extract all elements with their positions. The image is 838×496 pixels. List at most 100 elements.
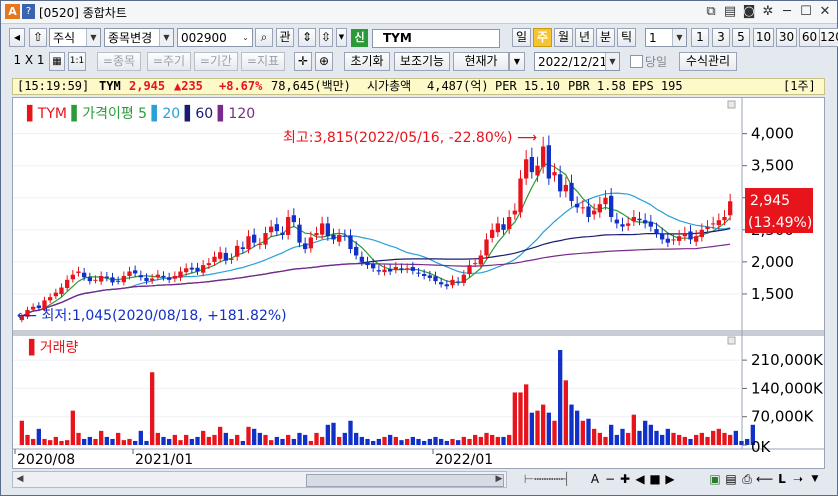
candle-body xyxy=(195,267,200,272)
today-checkbox[interactable] xyxy=(630,55,643,68)
excel-icon[interactable]: ▣ xyxy=(708,471,722,488)
aux-function-button[interactable]: 보조기능 xyxy=(394,52,450,71)
rewind-icon[interactable]: ◀ xyxy=(634,471,646,488)
interval-button-5[interactable]: 5 xyxy=(732,28,750,47)
play-icon[interactable]: ▶ xyxy=(664,471,676,488)
candle-body xyxy=(626,223,631,226)
period-button-3[interactable]: 년 xyxy=(575,28,594,47)
refresh-icon[interactable]: ⇕ xyxy=(298,28,316,47)
crosshair-icon[interactable]: ✛ xyxy=(294,52,312,71)
volume-bar xyxy=(252,428,257,445)
next-icon[interactable]: ➝ xyxy=(791,471,805,488)
layout-label[interactable]: 1 X 1 xyxy=(9,52,49,71)
period-button-2[interactable]: 월 xyxy=(554,28,573,47)
save-icon[interactable]: ▤ xyxy=(722,3,738,20)
gear-icon[interactable]: ✲ xyxy=(760,3,776,20)
print-icon[interactable]: ⎙ xyxy=(740,471,754,488)
chevron-down-icon[interactable]: ▼ xyxy=(336,28,347,47)
volume-bar xyxy=(365,438,370,445)
candle-body xyxy=(53,292,58,297)
code-input[interactable]: 002900 ⌄ xyxy=(177,28,253,47)
layout-icon[interactable]: ⧉ xyxy=(703,3,719,20)
quote-eps: EPS 195 xyxy=(632,79,683,93)
volume-bar xyxy=(257,432,262,445)
ratio-button[interactable]: 1:1 xyxy=(68,52,86,71)
chevron-down-icon: ⌄ xyxy=(239,29,252,46)
period-button-0[interactable]: 일 xyxy=(512,28,531,47)
market-select[interactable]: 주식 ▼ xyxy=(49,28,101,47)
candle-body xyxy=(586,206,591,217)
scroll-icon[interactable]: ⇳ xyxy=(319,28,333,47)
maximize-icon[interactable]: ☐ xyxy=(798,3,814,20)
candle-body xyxy=(580,207,585,209)
volume-legend: ▌거래량 xyxy=(28,338,79,356)
scroll-thumb[interactable] xyxy=(306,474,504,487)
volume-bar xyxy=(473,434,478,445)
arrow-icon[interactable]: ⟵ xyxy=(756,471,773,488)
period-button-4[interactable]: 분 xyxy=(596,28,615,47)
table-icon[interactable]: ▤ xyxy=(724,471,738,488)
chevron-down-icon[interactable]: ▼ xyxy=(808,471,822,488)
interval-button-60[interactable]: 60 xyxy=(799,28,820,47)
chart-area[interactable]: 4,0003,5003,0002,5002,0001,500 210,000K1… xyxy=(12,97,825,469)
period-button-5[interactable]: 틱 xyxy=(617,28,636,47)
candle-body xyxy=(371,263,376,269)
sync-button-2[interactable]: =기간 xyxy=(194,52,238,71)
search-icon[interactable]: ⌕ xyxy=(255,28,273,47)
candle-body xyxy=(671,239,676,241)
scroll-left-icon[interactable]: ◀ xyxy=(13,472,27,487)
grid-icon[interactable]: ▦ xyxy=(49,52,65,71)
sync-button-0[interactable]: =종목 xyxy=(97,52,141,71)
gwan-button[interactable]: 관 xyxy=(276,28,294,47)
sync-button-3[interactable]: =지표 xyxy=(241,52,285,71)
price-type-button[interactable]: 현재가 xyxy=(453,52,509,71)
volume-bar xyxy=(291,438,296,445)
plus-icon[interactable]: ✚ xyxy=(619,471,631,488)
volume-bar xyxy=(150,372,155,445)
scroll-right-icon[interactable]: ▶ xyxy=(492,472,506,487)
minus-icon[interactable]: − xyxy=(604,471,616,488)
candle-body xyxy=(597,204,602,213)
candle-body xyxy=(263,233,268,245)
candle-body xyxy=(155,274,160,277)
L-icon[interactable]: L xyxy=(775,471,789,488)
chart-canvas[interactable]: 4,0003,5003,0002,5002,0001,500 210,000K1… xyxy=(13,98,824,468)
camera-icon[interactable]: ◙ xyxy=(741,3,757,20)
stop-icon[interactable]: ■ xyxy=(649,471,661,488)
volume-bar xyxy=(450,438,455,445)
volume-bar xyxy=(699,432,704,445)
interval-button-30[interactable]: 30 xyxy=(776,28,797,47)
reset-button[interactable]: 초기화 xyxy=(344,52,390,71)
stock-name-field[interactable]: TYM xyxy=(372,29,500,48)
quote-info-bar: [15:19:59] TYM 2,945 ▲235 +8.67% 78,645(… xyxy=(12,78,825,95)
sync-button-1[interactable]: =주기 xyxy=(147,52,191,71)
interval-button-1[interactable]: 1 xyxy=(691,28,709,47)
horizontal-scrollbar[interactable]: ◀ ▶ xyxy=(12,471,507,488)
volume-bar xyxy=(269,440,274,445)
candle-body xyxy=(286,217,291,235)
zoom-icon[interactable]: ⊕ xyxy=(315,52,333,71)
interval-button-10[interactable]: 10 xyxy=(753,28,774,47)
candle-body xyxy=(427,275,432,278)
help-icon[interactable]: ? xyxy=(22,4,35,19)
prev-arrow-icon[interactable]: ◂ xyxy=(9,28,25,47)
close-icon[interactable]: ✕ xyxy=(817,3,833,20)
interval-button-120[interactable]: 120 xyxy=(819,28,838,47)
volume-bar xyxy=(286,434,291,445)
zoom-slider[interactable]: ⊢┅┅┅┅┤ xyxy=(517,471,577,488)
period-button-1[interactable]: 주 xyxy=(533,28,552,47)
chevron-down-icon[interactable]: ▼ xyxy=(509,52,525,71)
up-arrow-icon[interactable]: ⇧ xyxy=(29,28,47,47)
minimize-icon[interactable]: ─ xyxy=(779,3,795,20)
candle-body xyxy=(541,146,546,167)
volume-bar xyxy=(325,424,330,445)
min-annotation: ⟵ 최저:1,045(2020/08/18, +181.82%) xyxy=(17,308,287,324)
interval-select[interactable]: 1 ▼ xyxy=(645,28,687,47)
formula-manager-button[interactable]: 수식관리 xyxy=(679,52,737,71)
candle-body xyxy=(592,210,597,215)
volume-bar xyxy=(467,438,472,445)
volume-bar xyxy=(201,430,206,445)
mode-select[interactable]: 종목변경 ▼ xyxy=(104,28,174,47)
date-select[interactable]: 2022/12/21 ▼ xyxy=(534,52,620,71)
interval-button-3[interactable]: 3 xyxy=(712,28,730,47)
